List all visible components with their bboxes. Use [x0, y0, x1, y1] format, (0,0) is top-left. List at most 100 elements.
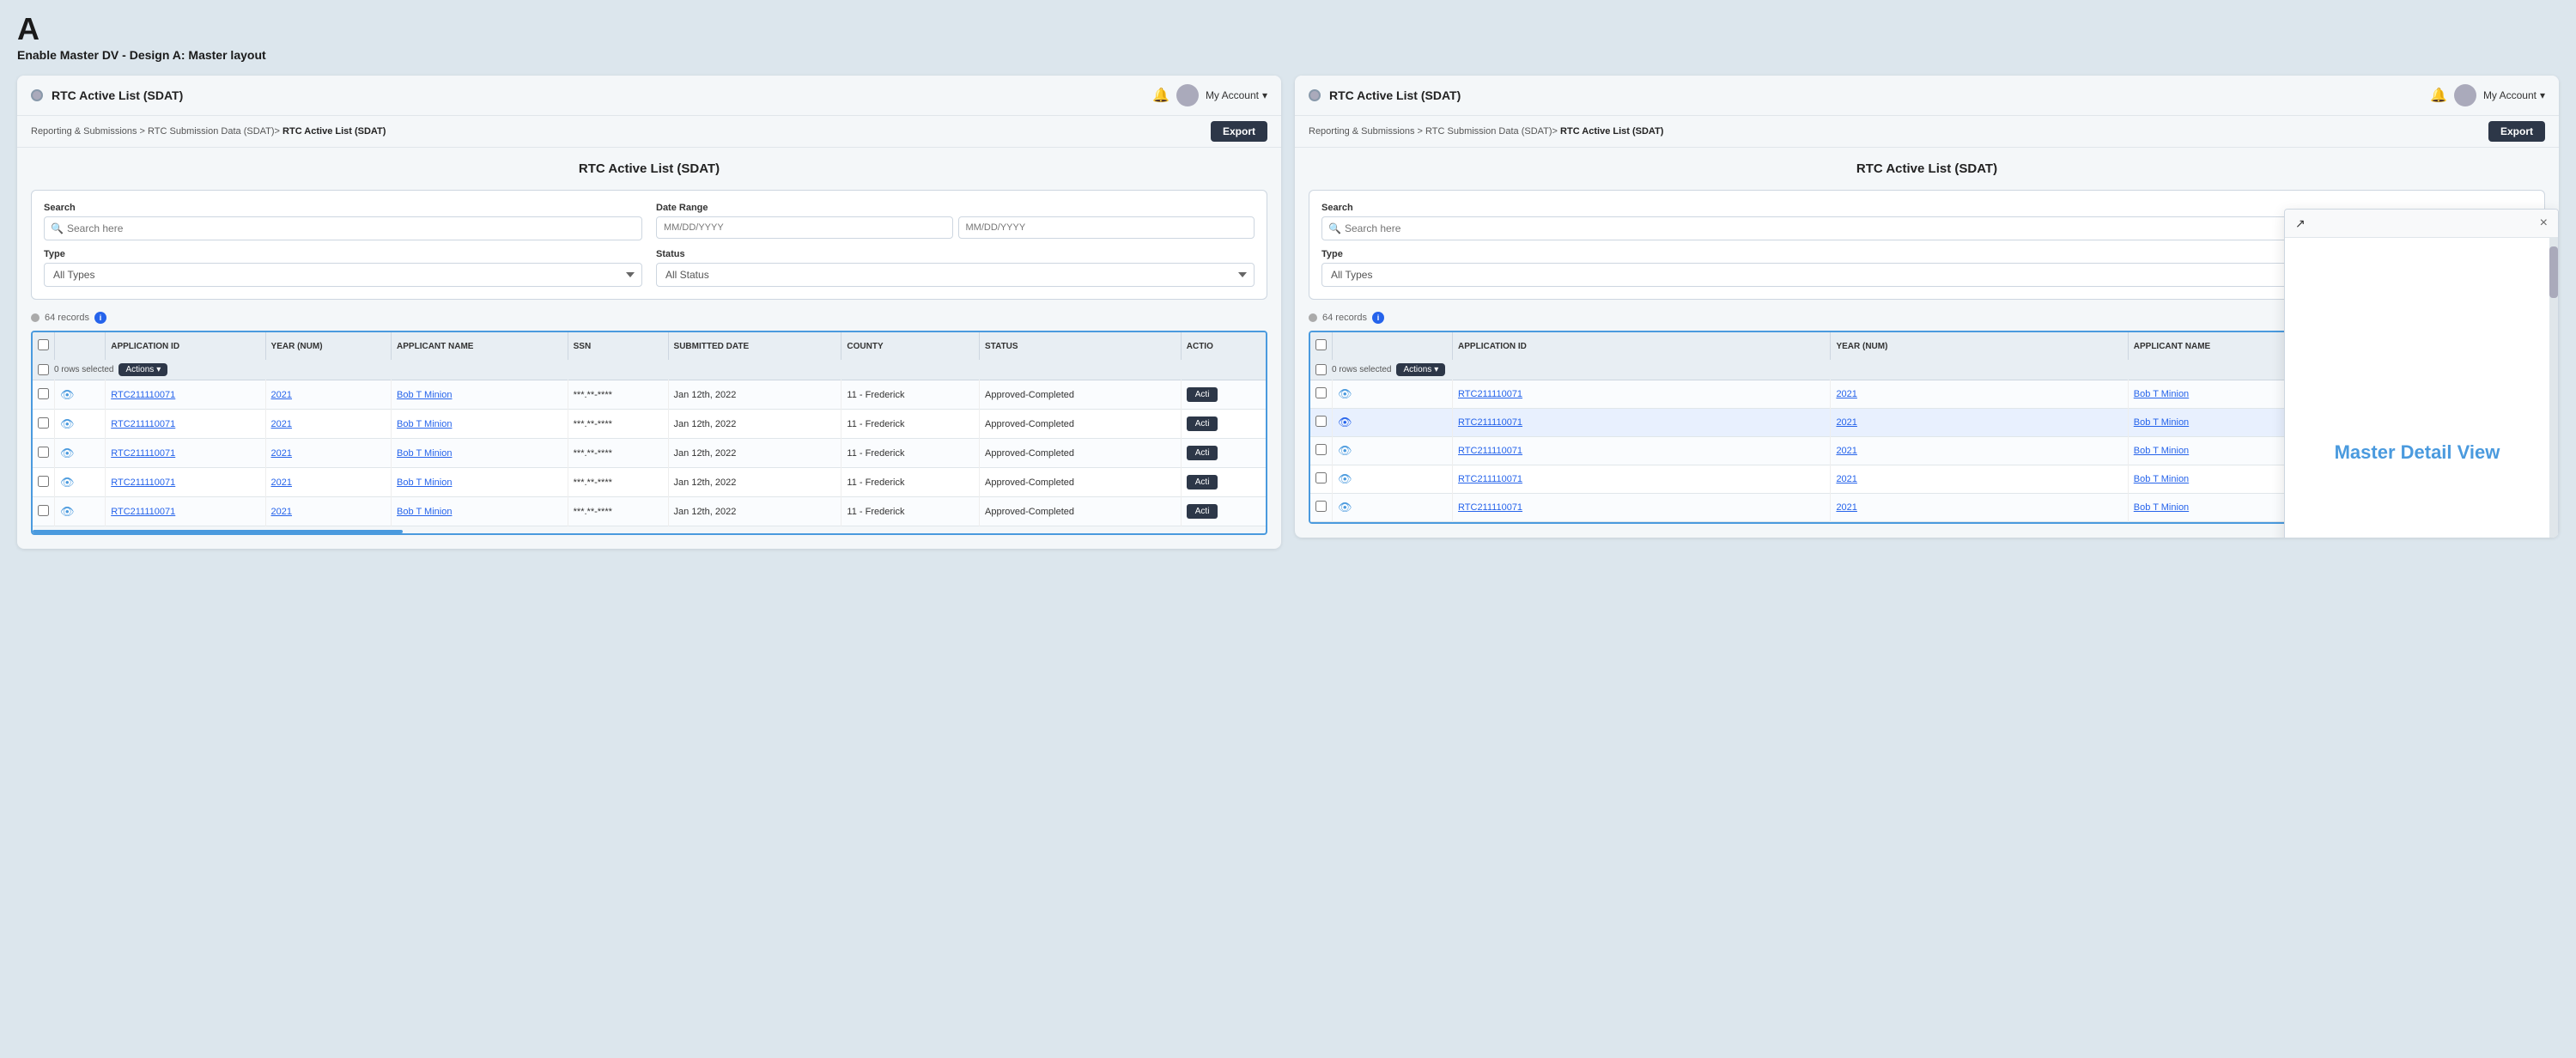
detail-scrollbar-thumb[interactable] — [2549, 246, 2558, 298]
left-row4-action-btn[interactable]: Acti — [1187, 475, 1218, 489]
left-row2-status: Approved-Completed — [980, 410, 1182, 439]
left-row5-checkbox-cell — [33, 497, 55, 526]
right-row1-name-link[interactable]: Bob T Minion — [2134, 389, 2189, 399]
left-row3-year-link[interactable]: 2021 — [271, 448, 292, 459]
left-th-eye — [55, 332, 106, 360]
left-row3-eye-icon[interactable]: 👁 — [60, 447, 75, 459]
right-info-icon[interactable]: i — [1372, 312, 1384, 324]
right-row1-eye-icon[interactable]: 👁 — [1338, 387, 1352, 400]
account-button-left[interactable]: My Account ▾ — [1206, 89, 1267, 101]
left-row3-checkbox[interactable] — [38, 447, 49, 458]
left-row2-checkbox-cell — [33, 410, 55, 439]
right-row2-name-link[interactable]: Bob T Minion — [2134, 417, 2189, 428]
right-row5-app-id-link[interactable]: RTC211110071 — [1458, 502, 1522, 513]
left-rows-selected-label: 0 rows selected — [54, 365, 113, 374]
left-row5-name: Bob T Minion — [392, 497, 568, 526]
right-select-all-checkbox[interactable] — [1315, 339, 1327, 350]
right-row2-year-link[interactable]: 2021 — [1836, 417, 1856, 428]
left-filter-row-2: Type All Types Status All Status — [44, 249, 1255, 287]
right-header-left: RTC Active List (SDAT) — [1309, 88, 1461, 102]
left-row3-name-link[interactable]: Bob T Minion — [397, 448, 452, 459]
left-row1-app-id-link[interactable]: RTC211110071 — [111, 390, 175, 400]
right-row3-app-id-link[interactable]: RTC211110071 — [1458, 446, 1522, 456]
right-row2-app-id-link[interactable]: RTC211110071 — [1458, 417, 1522, 428]
left-select-all-checkbox[interactable] — [38, 339, 49, 350]
detail-scrollbar[interactable] — [2549, 238, 2558, 538]
left-row3-action-btn[interactable]: Acti — [1187, 446, 1218, 460]
left-row5-year-link[interactable]: 2021 — [271, 507, 292, 517]
left-row2-app-id-link[interactable]: RTC211110071 — [111, 419, 175, 429]
right-row3-year-link[interactable]: 2021 — [1836, 446, 1856, 456]
right-row3-checkbox[interactable] — [1315, 444, 1327, 455]
right-row4-app-id-link[interactable]: RTC211110071 — [1458, 474, 1522, 484]
left-row4-checkbox-cell — [33, 468, 55, 497]
left-row1-submitted: Jan 12th, 2022 — [668, 380, 841, 410]
right-row2-eye-icon[interactable]: 👁 — [1338, 416, 1352, 429]
left-row4-eye-icon[interactable]: 👁 — [60, 476, 75, 489]
left-date-to[interactable] — [958, 216, 1255, 239]
left-row4-app-id-link[interactable]: RTC211110071 — [111, 477, 175, 488]
left-date-group: Date Range — [656, 203, 1255, 240]
left-row5-checkbox[interactable] — [38, 505, 49, 516]
right-row5-eye-icon[interactable]: 👁 — [1338, 501, 1352, 514]
left-row2-year-link[interactable]: 2021 — [271, 419, 292, 429]
left-row1-name-link[interactable]: Bob T Minion — [397, 390, 452, 400]
right-status-dot — [1309, 89, 1321, 101]
left-row2-name-link[interactable]: Bob T Minion — [397, 419, 452, 429]
detail-close-button[interactable]: × — [2540, 216, 2548, 230]
left-row1-checkbox[interactable] — [38, 388, 49, 399]
left-row5-eye-icon[interactable]: 👁 — [60, 505, 75, 518]
right-search-icon: 🔍 — [1328, 222, 1341, 234]
right-bell-icon[interactable]: 🔔 — [2430, 87, 2447, 104]
left-row5-app-id-link[interactable]: RTC211110071 — [111, 507, 175, 517]
right-row3-checkbox-cell — [1310, 437, 1333, 465]
right-row1-checkbox[interactable] — [1315, 387, 1327, 398]
left-row1-action-btn[interactable]: Acti — [1187, 387, 1218, 402]
left-row3-app-id-link[interactable]: RTC211110071 — [111, 448, 175, 459]
right-row4-year-link[interactable]: 2021 — [1836, 474, 1856, 484]
right-row2-checkbox[interactable] — [1315, 416, 1327, 427]
right-row4-name-link[interactable]: Bob T Minion — [2134, 474, 2189, 484]
right-row4-eye-icon[interactable]: 👁 — [1338, 472, 1352, 485]
right-row3-name-link[interactable]: Bob T Minion — [2134, 446, 2189, 456]
detail-expand-button[interactable]: ↗ — [2295, 217, 2306, 229]
left-row4-eye-cell: 👁 — [55, 468, 106, 497]
left-row5-action-btn[interactable]: Acti — [1187, 504, 1218, 519]
left-row4-year-link[interactable]: 2021 — [271, 477, 292, 488]
right-select-row-checkbox[interactable] — [1315, 364, 1327, 375]
right-row5-checkbox[interactable] — [1315, 501, 1327, 512]
bell-icon[interactable]: 🔔 — [1152, 87, 1170, 104]
left-row4-name-link[interactable]: Bob T Minion — [397, 477, 452, 488]
left-search-input[interactable] — [44, 216, 642, 240]
left-row5-submitted: Jan 12th, 2022 — [668, 497, 841, 526]
left-date-from[interactable] — [656, 216, 953, 239]
left-row2-ssn: ***.**-**** — [568, 410, 668, 439]
left-actions-badge[interactable]: Actions ▾ — [118, 363, 167, 376]
left-row3-status: Approved-Completed — [980, 439, 1182, 468]
left-row5-eye-cell: 👁 — [55, 497, 106, 526]
left-row2-eye-icon[interactable]: 👁 — [60, 417, 75, 430]
left-row1-eye-icon[interactable]: 👁 — [60, 388, 75, 401]
left-row4-status: Approved-Completed — [980, 468, 1182, 497]
left-select-row-checkbox[interactable] — [38, 364, 49, 375]
left-row1-year-link[interactable]: 2021 — [271, 390, 292, 400]
account-button-right[interactable]: My Account ▾ — [2483, 89, 2545, 101]
left-row4-checkbox[interactable] — [38, 476, 49, 487]
left-type-select[interactable]: All Types — [44, 263, 642, 287]
left-info-icon[interactable]: i — [94, 312, 106, 324]
left-export-button[interactable]: Export — [1211, 121, 1267, 142]
left-status-select[interactable]: All Status — [656, 263, 1255, 287]
right-row1-app-id-link[interactable]: RTC211110071 — [1458, 389, 1522, 399]
right-actions-badge[interactable]: Actions ▾ — [1396, 363, 1445, 376]
right-row4-checkbox[interactable] — [1315, 472, 1327, 483]
right-row5-year-link[interactable]: 2021 — [1836, 502, 1856, 513]
right-row5-name-link[interactable]: Bob T Minion — [2134, 502, 2189, 513]
right-export-button[interactable]: Export — [2488, 121, 2545, 142]
left-row5-appid: RTC211110071 — [106, 497, 265, 526]
right-row1-year-link[interactable]: 2021 — [1836, 389, 1856, 399]
left-row2-action-btn[interactable]: Acti — [1187, 417, 1218, 431]
left-row2-checkbox[interactable] — [38, 417, 49, 429]
right-row3-eye-icon[interactable]: 👁 — [1338, 444, 1352, 457]
left-row2-eye-cell: 👁 — [55, 410, 106, 439]
left-row5-name-link[interactable]: Bob T Minion — [397, 507, 452, 517]
